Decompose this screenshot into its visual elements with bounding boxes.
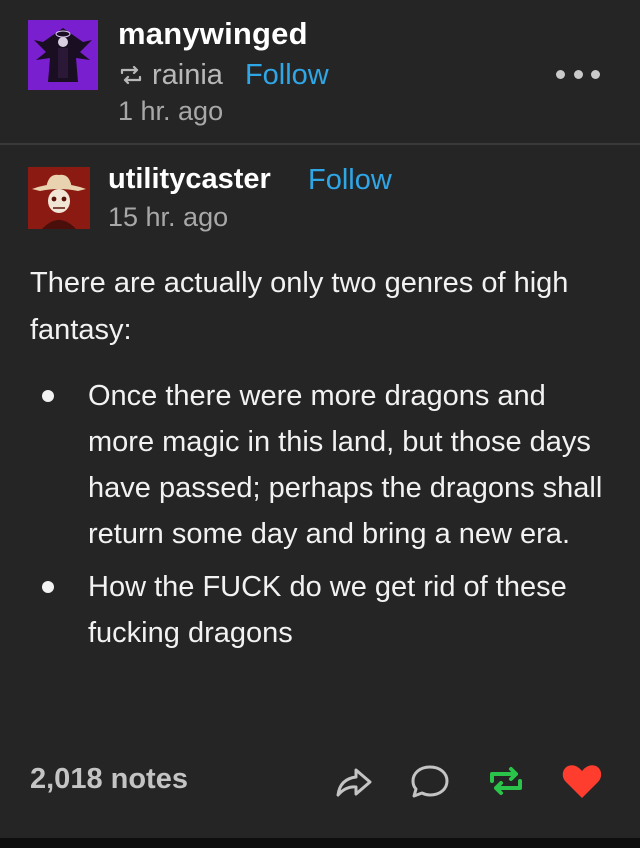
- follow-original-poster-button[interactable]: Follow: [308, 164, 392, 197]
- reblog-source-line: rainia Follow: [118, 58, 329, 92]
- heart-icon[interactable]: [560, 761, 604, 801]
- header-divider: [0, 143, 640, 145]
- reblog-header: manywinged rainia Follow 1 hr. ago: [0, 0, 640, 143]
- reblogger-avatar[interactable]: [28, 20, 98, 90]
- post-bullet-list: Once there were more dragons and more ma…: [30, 373, 615, 663]
- reblogger-username[interactable]: manywinged: [118, 16, 308, 52]
- original-timestamp: 15 hr. ago: [108, 202, 229, 232]
- post-card: manywinged rainia Follow 1 hr. ago utili…: [0, 0, 640, 838]
- reblog-timestamp: 1 hr. ago: [118, 96, 224, 126]
- bottom-edge: [0, 838, 640, 848]
- original-poster-avatar[interactable]: [28, 167, 90, 229]
- bullet-text: Once there were more dragons and more ma…: [88, 380, 603, 550]
- reblog-source-username[interactable]: rainia: [152, 59, 223, 92]
- original-poster-username[interactable]: utilitycaster: [108, 163, 271, 196]
- post-intro-text: There are actually only two genres of hi…: [30, 267, 569, 346]
- share-icon[interactable]: [332, 761, 376, 801]
- reblog-icon[interactable]: [484, 761, 528, 801]
- follow-reblog-source-button[interactable]: Follow: [245, 59, 329, 92]
- bullet-dot: [42, 390, 54, 402]
- notes-count[interactable]: 2,018 notes: [30, 763, 188, 796]
- list-item: Once there were more dragons and more ma…: [30, 373, 615, 557]
- more-options-icon[interactable]: [556, 66, 600, 82]
- reblog-small-icon: [120, 65, 142, 85]
- bullet-text: How the FUCK do we get rid of these fuck…: [88, 571, 567, 649]
- reply-icon[interactable]: [408, 761, 452, 801]
- bullet-dot: [42, 581, 54, 593]
- list-item: How the FUCK do we get rid of these fuck…: [30, 564, 615, 656]
